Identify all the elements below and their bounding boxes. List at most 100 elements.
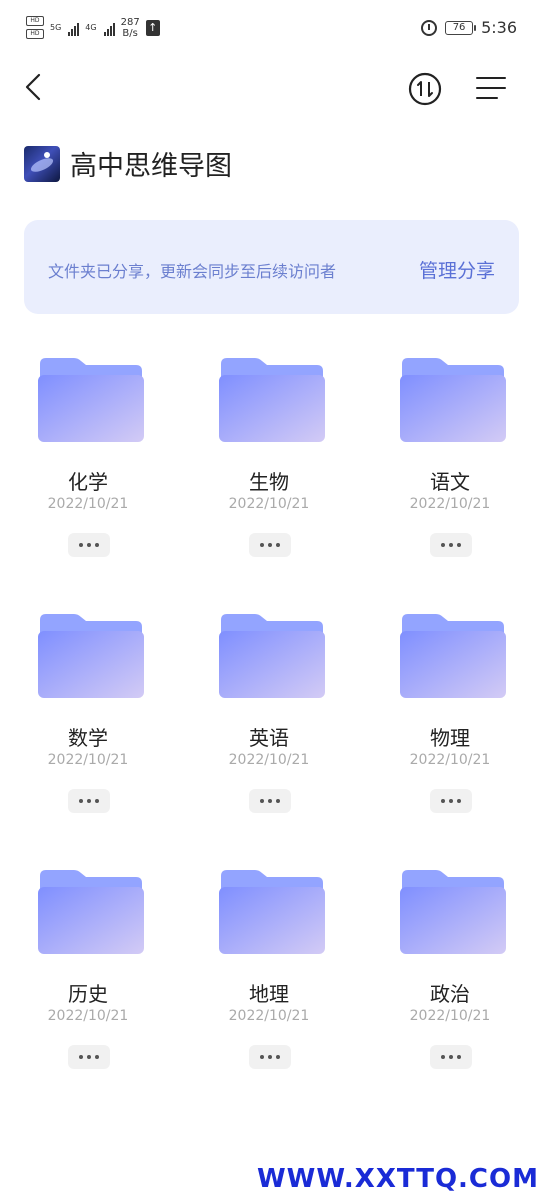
folder-item[interactable]: 英语 2022/10/21: [199, 612, 339, 822]
dot-icon: [268, 799, 272, 803]
dot-icon: [449, 799, 453, 803]
folder-name: 生物: [249, 470, 289, 494]
dot-icon: [449, 1055, 453, 1059]
dot-icon: [260, 1055, 264, 1059]
signal2-icon: [103, 20, 115, 36]
dot-icon: [260, 543, 264, 547]
more-options-button[interactable]: [249, 789, 291, 813]
more-options-button[interactable]: [249, 533, 291, 557]
folder-icon: [400, 614, 506, 698]
dot-icon: [441, 799, 445, 803]
dot-icon: [276, 799, 280, 803]
folder-icon: [219, 358, 325, 442]
net-speed-unit: B/s: [122, 27, 138, 39]
dot-icon: [95, 1055, 99, 1059]
folder-cover-thumbnail: [24, 145, 60, 182]
net-speed-value: 287: [120, 16, 140, 28]
dot-icon: [260, 799, 264, 803]
network2-label: 4G: [85, 23, 97, 32]
folder-item[interactable]: 生物 2022/10/21: [199, 356, 339, 566]
sim2-icon: HD: [26, 29, 44, 39]
alarm-icon: [421, 19, 438, 36]
more-options-button[interactable]: [249, 1045, 291, 1069]
more-options-button[interactable]: [68, 1045, 110, 1069]
folder-name: 英语: [249, 726, 289, 750]
battery-icon: 76: [445, 20, 477, 35]
folder-icon: [38, 614, 144, 698]
more-options-button[interactable]: [68, 533, 110, 557]
dot-icon: [95, 543, 99, 547]
folder-icon: [38, 870, 144, 954]
folder-date: 2022/10/21: [409, 1008, 491, 1024]
dot-icon: [441, 1055, 445, 1059]
dot-icon: [268, 1055, 272, 1059]
folder-item[interactable]: 物理 2022/10/21: [380, 612, 520, 822]
folder-icon: [400, 870, 506, 954]
signal1-icon: [68, 20, 80, 36]
folder-date: 2022/10/21: [47, 496, 129, 512]
dot-icon: [79, 799, 83, 803]
dot-icon: [457, 543, 461, 547]
folder-name: 历史: [68, 982, 108, 1006]
share-banner: 文件夹已分享，更新会同步至后续访问者 管理分享: [24, 220, 519, 314]
status-right: 76 5:36: [421, 18, 517, 37]
folder-date: 2022/10/21: [409, 752, 491, 768]
folder-icon: [400, 358, 506, 442]
folder-item[interactable]: 语文 2022/10/21: [380, 356, 520, 566]
dot-icon: [276, 543, 280, 547]
manage-share-button[interactable]: 管理分享: [419, 256, 495, 283]
folder-date: 2022/10/21: [409, 496, 491, 512]
sim-icons: HD HD: [26, 16, 44, 39]
status-left: HD HD 5G 4G 287 B/s ↑: [26, 16, 160, 39]
status-bar: HD HD 5G 4G 287 B/s ↑ 76 5:36: [0, 0, 543, 60]
watermark-text: WWW.XXTTQ.COM: [257, 1164, 539, 1194]
clock: 5:36: [481, 18, 517, 37]
folder-header: 高中思维导图: [24, 144, 232, 183]
dot-icon: [441, 543, 445, 547]
more-options-button[interactable]: [68, 789, 110, 813]
dot-icon: [87, 799, 91, 803]
more-options-button[interactable]: [430, 1045, 472, 1069]
folder-name: 数学: [68, 726, 108, 750]
folder-item[interactable]: 地理 2022/10/21: [199, 868, 339, 1078]
folder-icon: [219, 614, 325, 698]
folder-item[interactable]: 化学 2022/10/21: [18, 356, 158, 566]
folder-date: 2022/10/21: [228, 496, 310, 512]
dot-icon: [95, 799, 99, 803]
net-speed: 287 B/s: [121, 17, 140, 39]
folder-date: 2022/10/21: [228, 752, 310, 768]
folder-item[interactable]: 历史 2022/10/21: [18, 868, 158, 1078]
folder-name: 化学: [68, 470, 108, 494]
page-title: 高中思维导图: [70, 151, 232, 182]
dot-icon: [79, 543, 83, 547]
dot-icon: [457, 1055, 461, 1059]
network1-label: 5G: [50, 23, 62, 32]
dot-icon: [449, 543, 453, 547]
nav-bar: [0, 60, 543, 118]
more-options-button[interactable]: [430, 533, 472, 557]
folder-name: 地理: [249, 982, 289, 1006]
dot-icon: [87, 543, 91, 547]
more-options-button[interactable]: [430, 789, 472, 813]
folder-date: 2022/10/21: [47, 1008, 129, 1024]
dot-icon: [87, 1055, 91, 1059]
folder-item[interactable]: 政治 2022/10/21: [380, 868, 520, 1078]
folder-name: 语文: [430, 470, 470, 494]
share-banner-text: 文件夹已分享，更新会同步至后续访问者: [48, 262, 337, 281]
folder-date: 2022/10/21: [47, 752, 129, 768]
sort-icon[interactable]: [408, 72, 442, 106]
folder-icon: [219, 870, 325, 954]
dot-icon: [457, 799, 461, 803]
upload-notification-icon: ↑: [145, 19, 160, 36]
folder-icon: [38, 358, 144, 442]
back-arrow-icon[interactable]: [20, 72, 50, 102]
folder-item[interactable]: 数学 2022/10/21: [18, 612, 158, 822]
dot-icon: [276, 1055, 280, 1059]
folder-name: 政治: [430, 982, 470, 1006]
menu-icon[interactable]: [475, 74, 507, 102]
folder-date: 2022/10/21: [228, 1008, 310, 1024]
folder-name: 物理: [430, 726, 470, 750]
dot-icon: [268, 543, 272, 547]
dot-icon: [79, 1055, 83, 1059]
sim1-icon: HD: [26, 16, 44, 26]
